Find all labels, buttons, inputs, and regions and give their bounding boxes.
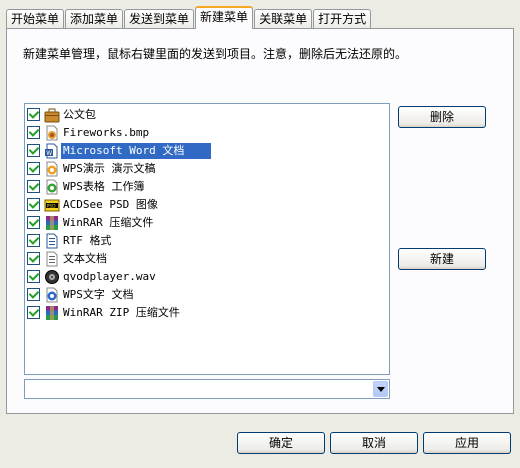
tab-panel: 新建菜单管理，鼠标右键里面的发送到项目。注意，删除后无法还原的。 公文包 Fir… (6, 28, 514, 414)
item-combo-box[interactable] (24, 379, 390, 399)
svg-text:W: W (46, 150, 52, 157)
new-button[interactable]: 新建 (398, 248, 486, 270)
tab-association-menu[interactable]: 关联菜单 (254, 9, 313, 29)
item-label: qvodplayer.wav (63, 269, 156, 283)
list-item[interactable]: W Microsoft Word 文档 (27, 141, 387, 160)
new-menu-item-list[interactable]: 公文包 Fireworks.bmp W Microsoft Word 文档 WP… (24, 103, 390, 375)
item-checkbox[interactable] (27, 234, 40, 247)
text-file-icon (46, 251, 58, 266)
chevron-down-icon[interactable] (373, 381, 388, 397)
tab-start-menu[interactable]: 开始菜单 (6, 9, 65, 29)
list-item[interactable]: WinRAR 压缩文件 (27, 214, 387, 231)
item-checkbox[interactable] (27, 252, 40, 265)
wps-presentation-icon (46, 161, 58, 176)
briefcase-icon (44, 108, 60, 122)
item-checkbox[interactable] (27, 162, 40, 175)
item-label: RTF 格式 (63, 233, 112, 247)
wps-document-icon (46, 287, 58, 302)
wps-spreadsheet-icon (46, 179, 58, 194)
tab-new-menu[interactable]: 新建菜单 (195, 6, 254, 29)
tab-strip: 开始菜单 添加菜单 发送到菜单 新建菜单 关联菜单 打开方式 (6, 6, 372, 29)
item-checkbox[interactable] (27, 270, 40, 283)
list-item[interactable]: PSD ACDSee PSD 图像 (27, 196, 387, 213)
list-item[interactable]: 文本文档 (27, 250, 387, 267)
tab-add-menu[interactable]: 添加菜单 (65, 9, 124, 29)
item-label: Microsoft Word 文档 (60, 141, 212, 160)
list-item[interactable]: Fireworks.bmp (27, 124, 387, 141)
item-checkbox[interactable] (27, 126, 40, 139)
ok-button[interactable]: 确定 (237, 432, 325, 454)
winrar-archive-icon (46, 215, 58, 230)
list-item[interactable]: WinRAR ZIP 压缩文件 (27, 304, 387, 321)
item-checkbox[interactable] (27, 108, 40, 121)
item-label: 文本文档 (63, 251, 107, 265)
item-label: Fireworks.bmp (63, 125, 150, 139)
word-doc-icon: W (45, 143, 58, 158)
list-item[interactable]: WPS文字 文档 (27, 286, 387, 303)
list-item[interactable]: qvodplayer.wav (27, 268, 387, 285)
list-item[interactable]: WPS演示 演示文稿 (27, 160, 387, 177)
tab-send-to-menu[interactable]: 发送到菜单 (124, 9, 195, 29)
description-text: 新建菜单管理，鼠标右键里面的发送到项目。注意，删除后无法还原的。 (23, 47, 408, 61)
wav-file-icon (45, 269, 59, 284)
list-item[interactable]: RTF 格式 (27, 232, 387, 249)
item-checkbox[interactable] (27, 144, 40, 157)
list-item[interactable]: WPS表格 工作簿 (27, 178, 387, 195)
delete-button[interactable]: 删除 (398, 106, 486, 128)
apply-button[interactable]: 应用 (423, 432, 511, 454)
item-checkbox[interactable] (27, 216, 40, 229)
item-label: 公文包 (63, 107, 96, 121)
psd-image-icon: PSD (44, 199, 60, 211)
cancel-button[interactable]: 取消 (330, 432, 418, 454)
item-checkbox[interactable] (27, 180, 40, 193)
item-checkbox[interactable] (27, 306, 40, 319)
item-label: WinRAR 压缩文件 (63, 215, 154, 229)
item-label: WPS表格 工作簿 (63, 179, 145, 193)
list-item[interactable]: 公文包 (27, 106, 387, 123)
tab-open-with[interactable]: 打开方式 (313, 9, 372, 29)
item-label: WPS演示 演示文稿 (63, 161, 156, 175)
item-label: ACDSee PSD 图像 (63, 197, 158, 211)
item-checkbox[interactable] (27, 288, 40, 301)
item-checkbox[interactable] (27, 198, 40, 211)
winrar-zip-icon (46, 305, 58, 320)
rtf-file-icon (46, 233, 58, 248)
item-label: WPS文字 文档 (63, 287, 134, 301)
item-label: WinRAR ZIP 压缩文件 (63, 305, 180, 319)
svg-text:PSD: PSD (47, 203, 57, 209)
bmp-file-icon (46, 125, 58, 140)
